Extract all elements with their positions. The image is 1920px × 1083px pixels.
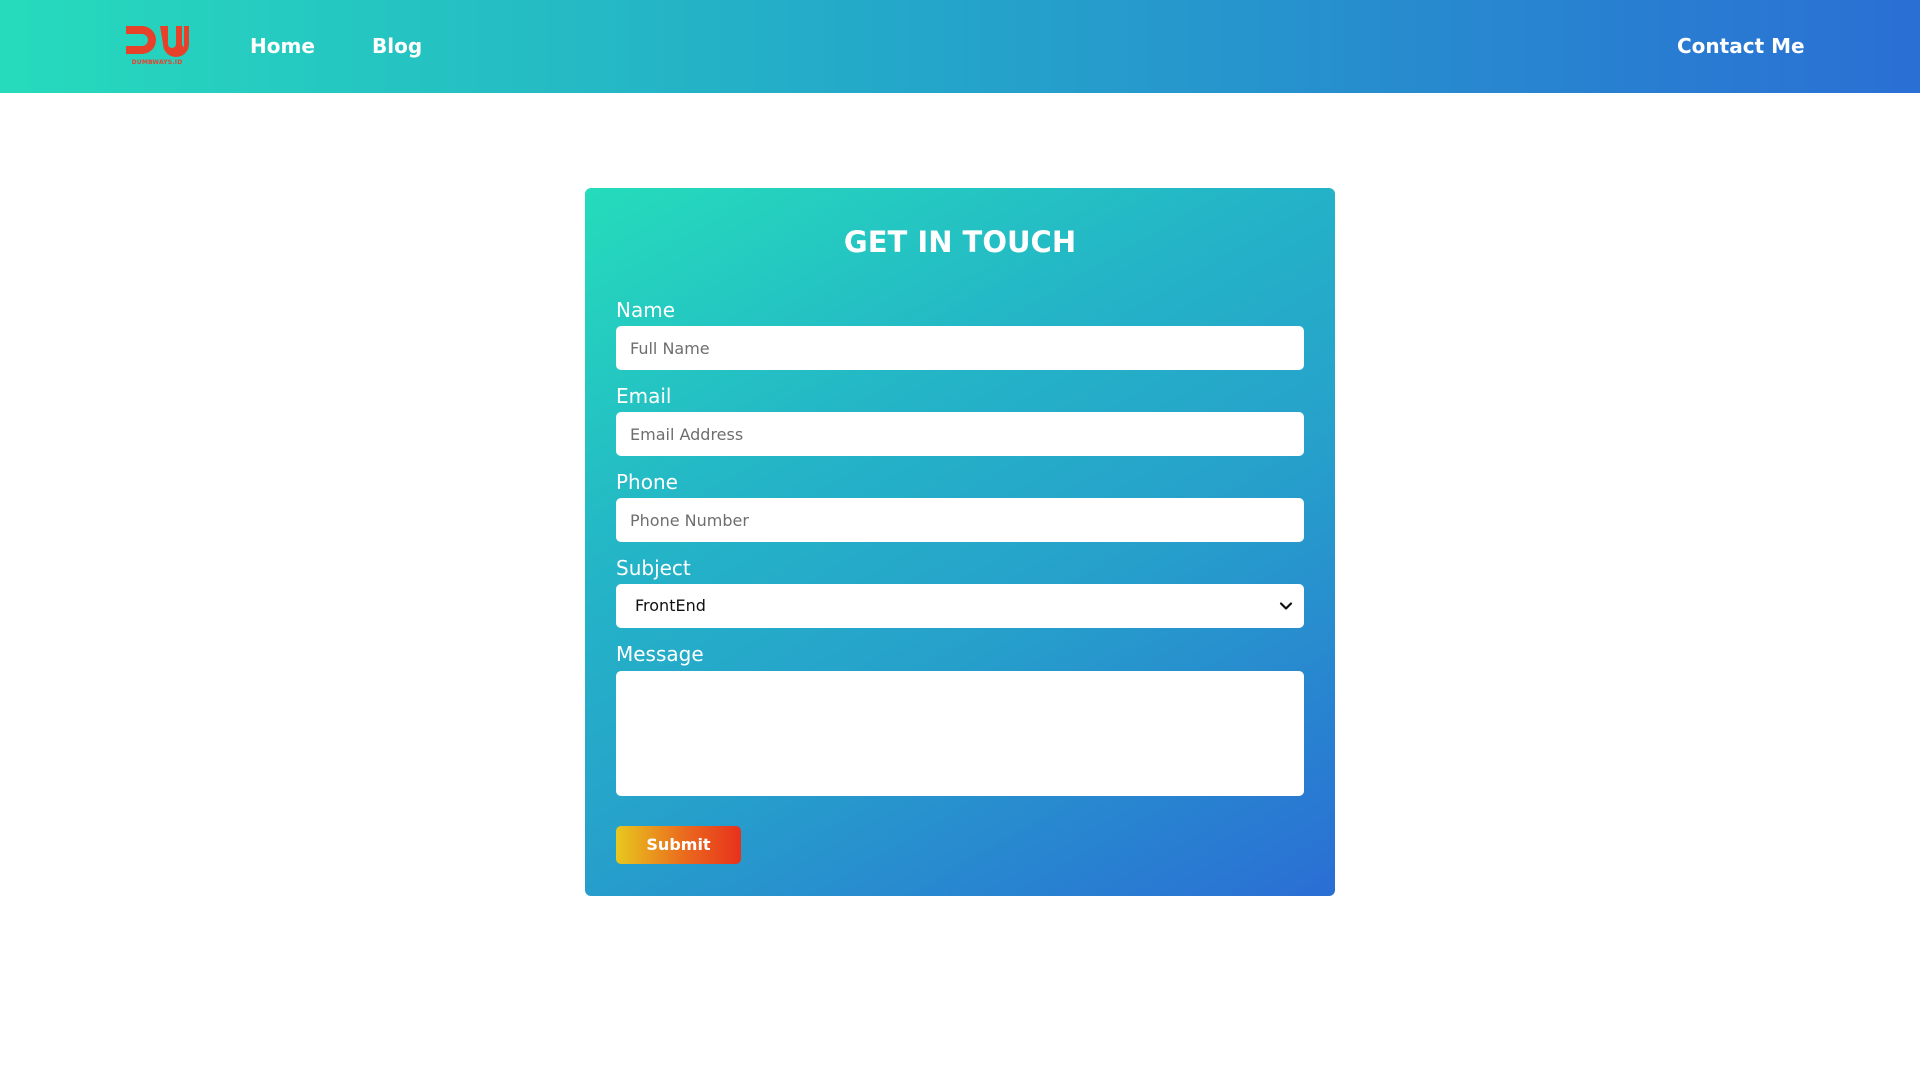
subject-selected-value: FrontEnd xyxy=(635,596,706,615)
contact-form-card: GET IN TOUCH Name Email Phone Subject Fr… xyxy=(585,188,1335,896)
nav-home-link[interactable]: Home xyxy=(250,33,315,59)
navbar: DUMBWAYS.ID Home Blog Contact Me xyxy=(0,0,1920,93)
name-input[interactable] xyxy=(616,326,1304,370)
message-textarea[interactable] xyxy=(616,671,1304,796)
email-input[interactable] xyxy=(616,412,1304,456)
email-label: Email xyxy=(616,384,672,408)
nav-contact-link[interactable]: Contact Me xyxy=(1677,33,1805,59)
subject-label: Subject xyxy=(616,556,691,580)
phone-label: Phone xyxy=(616,470,678,494)
chevron-down-icon xyxy=(1279,602,1293,610)
form-title: GET IN TOUCH xyxy=(843,225,1077,259)
nav-blog-link[interactable]: Blog xyxy=(372,33,422,59)
submit-button[interactable]: Submit xyxy=(616,826,741,864)
message-label: Message xyxy=(616,642,704,666)
subject-select[interactable]: FrontEnd xyxy=(616,584,1304,628)
phone-input[interactable] xyxy=(616,498,1304,542)
dumbways-logo[interactable]: DUMBWAYS.ID xyxy=(124,22,190,70)
logo-text: DUMBWAYS.ID xyxy=(131,59,183,66)
name-label: Name xyxy=(616,298,676,322)
logo-icon xyxy=(126,26,189,57)
